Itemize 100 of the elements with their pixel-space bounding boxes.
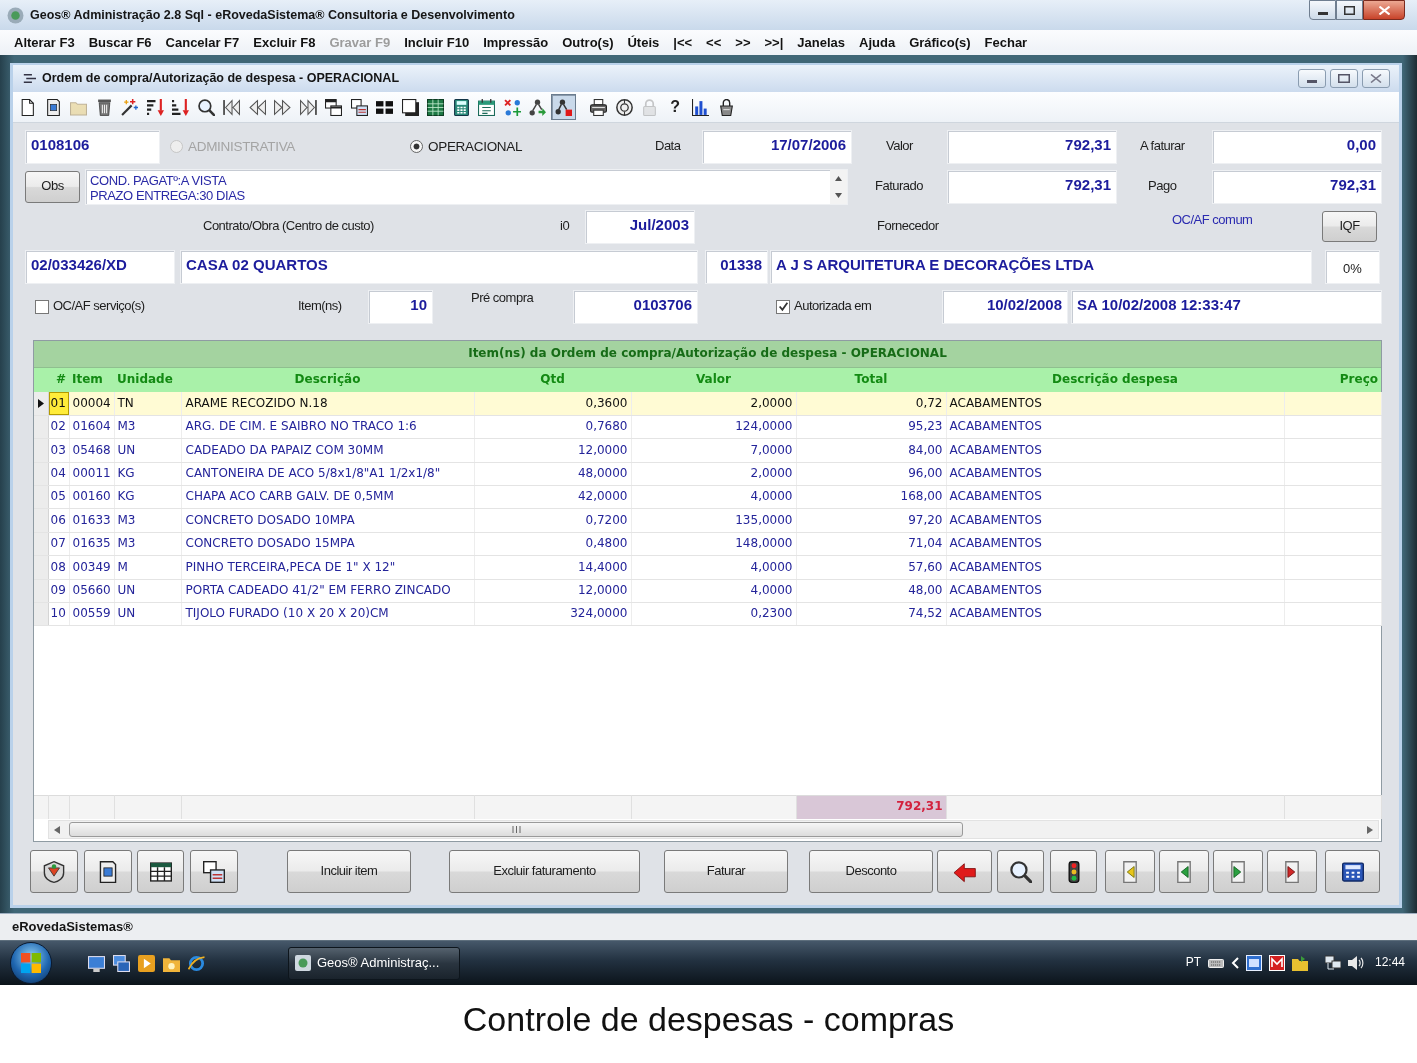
scrollbar-thumb[interactable] (69, 822, 963, 837)
maximize-button[interactable] (1330, 69, 1358, 88)
notes-field[interactable]: COND. PAGATº:A VISTA PRAZO ENTREGA:30 DIAS (85, 168, 848, 205)
window-icon[interactable] (1245, 955, 1262, 971)
speaker-icon[interactable] (1347, 955, 1364, 971)
browser-icon[interactable] (188, 954, 205, 972)
clock-text[interactable]: 12:44 (1374, 955, 1405, 971)
table-button[interactable] (137, 850, 184, 893)
calculator-icon (1341, 860, 1364, 883)
table-row[interactable]: 03 05468 UN CADEADO DA PAPAIZ COM 30MM 12,0000 7,0000 84,00 ACABAMENTOS (34, 438, 1381, 463)
minimize-button[interactable] (1298, 69, 1326, 88)
windows-icon[interactable] (113, 954, 130, 972)
menu-item[interactable]: Buscar F6 (81, 32, 159, 53)
invoice-button[interactable]: Faturar (664, 850, 788, 893)
table-cell: 12,0000 (474, 579, 631, 603)
menu-item[interactable]: Outro(s) (555, 32, 621, 53)
next-button[interactable] (1213, 850, 1263, 893)
scroll-right-icon[interactable] (1367, 825, 1373, 834)
table-row[interactable]: 05 00160 KG CHAPA ACO CARB GALV. DE 0,5MM 42,0000 4,0000 168,00 ACABAMENTOS (34, 485, 1381, 509)
scroll-up-icon[interactable] (835, 175, 842, 181)
contract-label: Contrato/Obra (Centro de custo) (203, 218, 374, 235)
discount-button[interactable]: Desconto (809, 850, 933, 893)
table-row[interactable]: 02 01604 M3 ARG. DE CIM. E SAIBRO NO TRACO 1:6 0,7680 124,0000 95,23 ACABAMENTOS (34, 415, 1381, 439)
calculator-button[interactable] (1325, 850, 1380, 893)
shield-button[interactable] (30, 850, 78, 893)
remove-invoicing-button[interactable]: Excluir faturamento (449, 850, 640, 893)
table-row[interactable]: 01 00004 TN ARAME RECOZIDO N.18 0,3600 2,0000 0,72 ACABAMENTOS (34, 392, 1381, 416)
menu-item[interactable]: << (699, 32, 729, 53)
supplier-name-field[interactable]: A J S ARQUITETURA E DECORAÇÕES LTDA (770, 249, 1312, 284)
period-field[interactable]: Jul/2003 (585, 209, 695, 244)
order-number-field[interactable]: 0108106 (25, 129, 160, 164)
value-field[interactable]: 792,31 (947, 129, 1117, 164)
menu-item[interactable]: Ajuda (852, 32, 903, 53)
table-cell: 71,04 (796, 532, 946, 556)
pre-purchase-field[interactable]: 0103706 (573, 289, 698, 324)
table-cell: 0,7200 (474, 508, 631, 533)
radio-button[interactable] (410, 140, 423, 153)
date-field[interactable]: 17/07/2006 (702, 129, 852, 164)
close-button[interactable] (1363, 0, 1405, 20)
media-icon[interactable] (138, 954, 155, 972)
checkbox[interactable] (35, 299, 49, 314)
menu-item[interactable]: Impressão (476, 32, 556, 53)
menu-item[interactable]: >>| (757, 32, 791, 53)
table-row[interactable]: 08 00349 M PINHO TERCEIRA,PECA DE 1" X 12" 14,4000 4,0000 57,60 ACABAMENTOS (34, 555, 1381, 580)
iqf-button[interactable]: IQF (1322, 211, 1377, 242)
menu-item[interactable]: Excluir F8 (246, 32, 323, 53)
table-row[interactable]: 09 05660 UN PORTA CADEADO 41/2" EM FERRO ZINCADO 12,0000 4,0000 48,00 ACABAMENTOS (34, 579, 1381, 603)
horizontal-scrollbar[interactable] (48, 820, 1379, 839)
previous-button[interactable] (1159, 850, 1209, 893)
network-icon[interactable] (1324, 955, 1341, 971)
scroll-left-icon[interactable] (54, 825, 60, 834)
traffic-light-button[interactable] (1050, 850, 1097, 893)
menu-item[interactable]: Janelas (790, 32, 852, 53)
checkbox[interactable] (776, 299, 790, 314)
authorized-date-field[interactable]: 10/02/2008 (942, 289, 1068, 324)
page-button[interactable] (84, 850, 132, 893)
maximize-button[interactable] (1336, 0, 1363, 20)
to-invoice-field[interactable]: 0,00 (1212, 129, 1382, 164)
menu-item[interactable]: Incluir F10 (397, 32, 477, 53)
table-row[interactable]: 06 01633 M3 CONCRETO DOSADO 10MPA 0,7200 135,0000 97,20 ACABAMENTOS (34, 508, 1381, 533)
authorized-stamp-field[interactable]: SA 10/02/2008 12:33:47 (1071, 289, 1382, 324)
windows-button[interactable] (190, 850, 238, 893)
taskbar-button[interactable]: Geos® Administraç... (288, 946, 460, 980)
table-row[interactable]: 10 00559 UN TIJOLO FURADO (10 X 20 X 20)CM 324,0000 0,2300 74,52 ACABAMENTOS (34, 602, 1381, 626)
iqf-field[interactable]: 0% (1325, 249, 1380, 284)
menu-item[interactable]: |<< (666, 32, 700, 53)
invoiced-field[interactable]: 792,31 (947, 169, 1117, 204)
table-row[interactable]: 07 01635 M3 CONCRETO DOSADO 15MPA 0,4800 148,0000 71,04 ACABAMENTOS (34, 532, 1381, 556)
language-indicator[interactable]: PT (1185, 955, 1201, 971)
obs-button[interactable]: Obs (25, 170, 80, 203)
tile-icon[interactable] (1268, 955, 1285, 971)
menu-item[interactable]: Alterar F3 (7, 32, 82, 53)
table-cell: M3 (114, 532, 181, 556)
first-button[interactable] (1105, 850, 1155, 893)
column-header: Descrição (181, 368, 474, 392)
paid-field[interactable]: 792,31 (1212, 169, 1382, 204)
folder-icon[interactable] (1291, 955, 1308, 971)
desktop-icon[interactable] (88, 954, 105, 972)
table-row[interactable]: 04 00011 KG CANTONEIRA DE ACO 5/8x1/8"A1 1/2x1/8" 48,0000 2,0000 96,00 ACABAMENTOS (34, 462, 1381, 486)
menu-item[interactable]: >> (728, 32, 758, 53)
supplier-code-field[interactable]: 01338 (705, 249, 768, 284)
menu-item[interactable]: Cancelar F7 (158, 32, 247, 53)
contract-name-field[interactable]: CASA 02 QUARTOS (180, 249, 698, 284)
last-button[interactable] (1267, 850, 1317, 893)
menu-item[interactable]: Gráfico(s) (902, 32, 978, 53)
minimize-button[interactable] (1309, 0, 1336, 20)
contract-code-field[interactable]: 02/033426/XD (25, 249, 175, 284)
menu-item[interactable]: Fechar (977, 32, 1035, 53)
close-button[interactable] (1362, 69, 1390, 88)
menu-item[interactable]: Úteis (620, 32, 667, 53)
add-item-button[interactable]: Incluir item (287, 850, 411, 893)
chevron-icon[interactable] (1230, 957, 1239, 969)
start-button[interactable] (10, 942, 52, 984)
nodes-add-icon (503, 98, 521, 116)
scroll-down-icon[interactable] (835, 192, 842, 198)
search-button[interactable] (997, 850, 1044, 893)
help-button[interactable]: ? (662, 94, 688, 120)
toolbar-button[interactable] (550, 94, 576, 120)
items-count-field[interactable]: 10 (368, 289, 433, 324)
arrow-button[interactable] (937, 850, 992, 893)
